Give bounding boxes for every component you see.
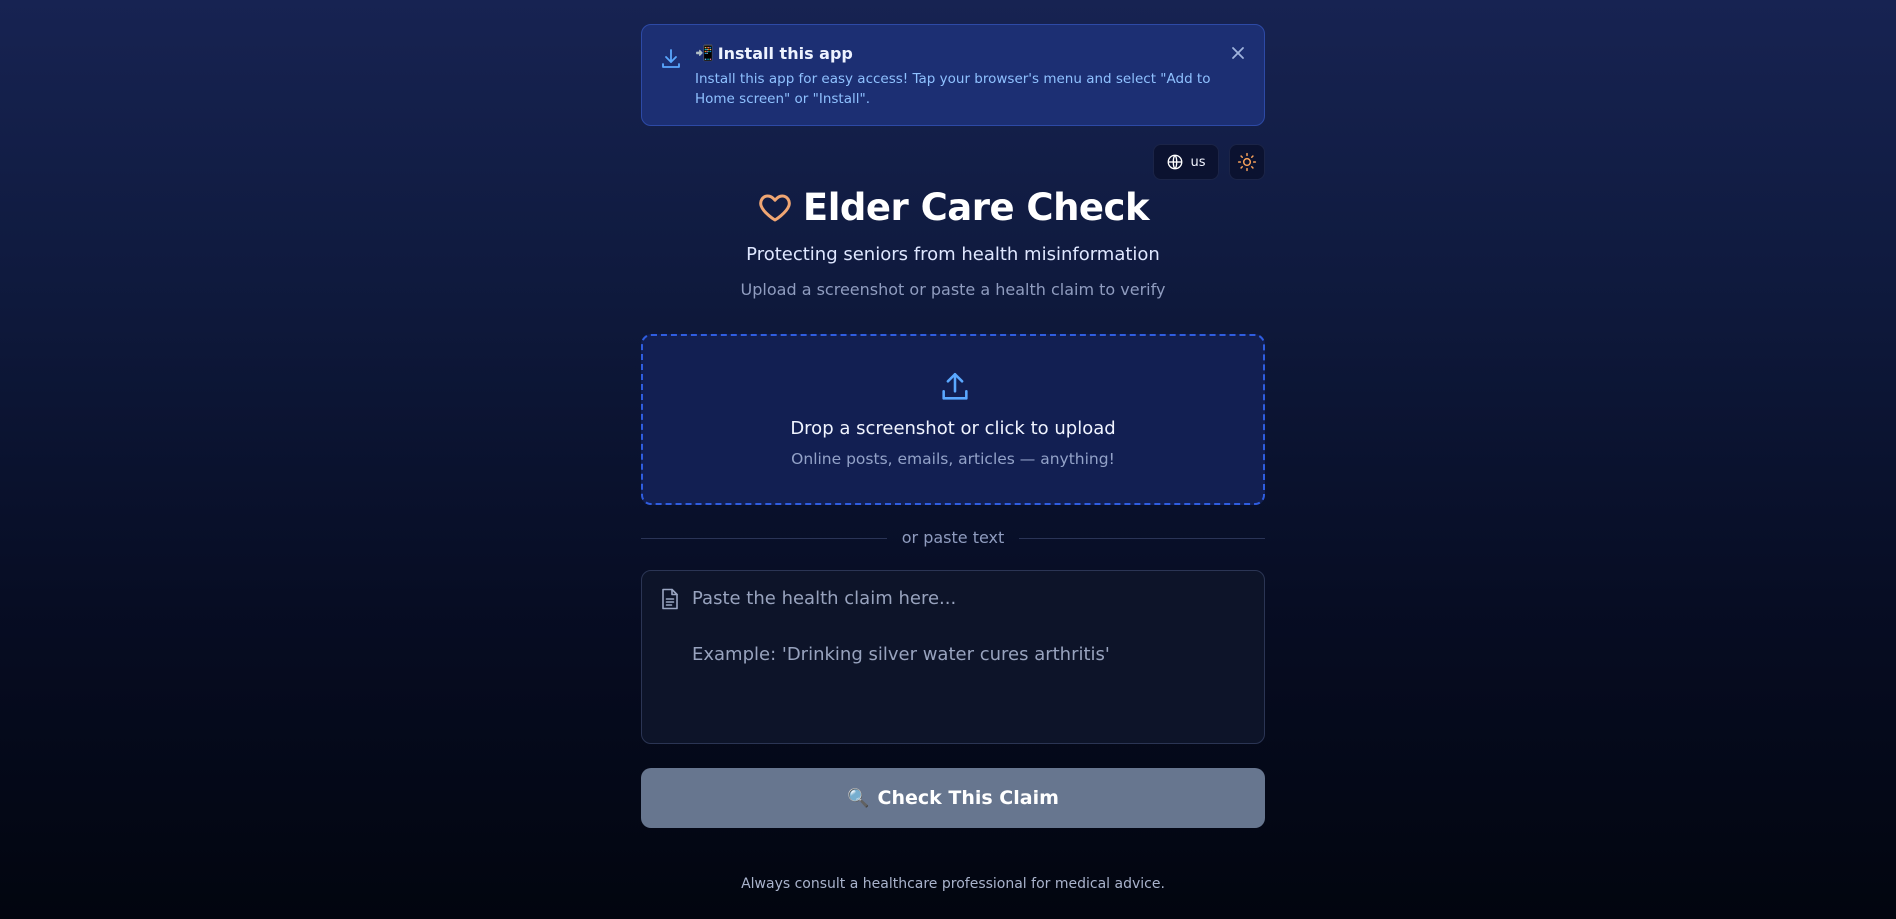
claim-input-box — [641, 570, 1265, 744]
claim-textarea[interactable] — [692, 585, 1252, 735]
install-message: Install this app for easy access! Tap yo… — [695, 71, 1211, 107]
divider-label: or paste text — [901, 528, 1005, 547]
page-heading: Elder Care Check — [641, 186, 1265, 229]
upload-dropzone[interactable]: Drop a screenshot or click to upload Onl… — [641, 334, 1265, 505]
divider-line-right — [1019, 538, 1265, 539]
close-icon[interactable] — [1228, 43, 1248, 63]
page-title: Elder Care Check — [802, 186, 1150, 229]
footer-disclaimer: Always consult a healthcare professional… — [741, 876, 1165, 892]
top-controls: us — [1153, 144, 1265, 180]
phone-icon: 📲 — [695, 44, 714, 62]
check-claim-label: Check This Claim — [877, 787, 1059, 809]
upload-subtitle: Online posts, emails, articles — anythin… — [791, 450, 1115, 468]
upload-title: Drop a screenshot or click to upload — [790, 418, 1116, 439]
or-divider: or paste text — [641, 528, 1265, 548]
document-icon — [662, 588, 678, 610]
check-claim-button[interactable]: 🔍 Check This Claim — [641, 768, 1265, 828]
download-icon — [662, 49, 680, 68]
page-hint: Upload a screenshot or paste a health cl… — [740, 280, 1166, 299]
globe-icon — [1168, 154, 1183, 170]
install-banner: 📲 Install this app Install this app for … — [641, 24, 1265, 126]
install-title: Install this app — [717, 43, 853, 63]
heart-icon — [759, 194, 791, 221]
language-label: us — [1190, 154, 1206, 170]
page-subtitle: Protecting seniors from health misinform… — [746, 244, 1160, 265]
install-title-row: 📲 Install this app — [695, 43, 853, 63]
language-button[interactable]: us — [1153, 144, 1219, 180]
upload-icon — [942, 372, 968, 400]
theme-toggle-button[interactable] — [1229, 144, 1265, 180]
search-icon: 🔍 — [847, 787, 870, 808]
divider-line-left — [641, 538, 887, 539]
sun-icon — [1237, 152, 1257, 172]
